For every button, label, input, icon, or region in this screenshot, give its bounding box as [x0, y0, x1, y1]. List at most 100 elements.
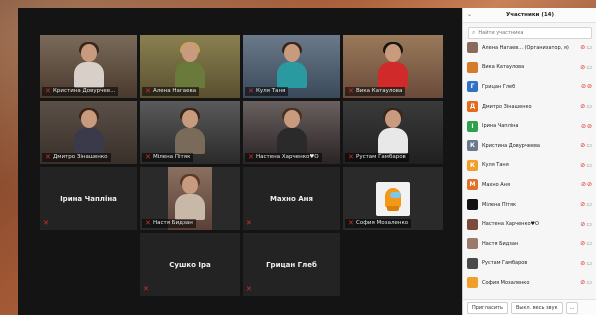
video-tile-no-camera[interactable]: Сушко Іра ✕ — [140, 233, 240, 296]
video-tile[interactable]: ✕ Настя Бидзан — [140, 167, 240, 230]
avatar: К — [467, 140, 478, 152]
avatar: І — [467, 120, 478, 132]
participant-row[interactable]: М Махно Аня ⊘⊘ — [463, 175, 596, 195]
name-label: ✕ Вика Катаулова — [345, 87, 406, 96]
invite-button[interactable]: Пригласить — [467, 301, 508, 314]
mic-camera-status-icon: ⊘▭ — [580, 201, 593, 209]
participant-row[interactable]: Настена Харченко♥О ⊘▭ — [463, 214, 596, 234]
name-label: ✕ Алена Нагаева — [142, 87, 200, 96]
mic-muted-icon: ✕ — [143, 285, 149, 293]
search-input[interactable] — [478, 28, 588, 38]
participant-name: Грицан Глеб — [266, 260, 317, 269]
mic-muted-icon: ✕ — [145, 87, 151, 95]
participant-silhouette — [73, 42, 104, 88]
video-tile[interactable]: ✕ Куля Таня — [243, 35, 340, 98]
participant-silhouette — [276, 42, 307, 88]
participant-row[interactable]: І Ірина Чапліна ⊘⊘ — [463, 116, 596, 136]
participant-row[interactable]: Мілена Пітяк ⊘▭ — [463, 195, 596, 215]
participant-silhouette — [175, 42, 205, 88]
avatar — [467, 199, 478, 211]
video-tile[interactable]: ✕ Мілена Пітяк — [140, 101, 240, 164]
participant-row[interactable]: Рустам Гамбаров ⊘▭ — [463, 254, 596, 274]
participant-row[interactable]: Д Дмитро Зінашенко ⊘▭ — [463, 97, 596, 117]
zoom-window: ✕ Кристина Довурчее... ✕ Алена Нагаева ✕ Ку… — [18, 8, 596, 315]
avatar — [467, 42, 478, 54]
participant-name: Сушко Іра — [169, 260, 211, 269]
video-tile[interactable]: ✕ Вика Катаулова — [343, 35, 443, 98]
mic-muted-icon: ✕ — [348, 219, 354, 227]
participant-row[interactable]: Вика Катаулова ⊘▭ — [463, 58, 596, 78]
name-label: ✕ Рустам Гамбаров — [345, 153, 409, 162]
mic-camera-status-icon: ⊘▭ — [580, 259, 593, 267]
mic-muted-icon: ✕ — [246, 285, 252, 293]
participant-silhouette — [276, 108, 307, 154]
mic-camera-status-icon: ⊘▭ — [580, 240, 593, 248]
avatar: М — [467, 179, 478, 191]
mic-muted-icon: ✕ — [348, 87, 354, 95]
participant-row[interactable]: Алена Нагаев... (Организатор, я) ⊘▭ — [463, 38, 596, 58]
mute-all-button[interactable]: Выкл. весь звук — [510, 301, 563, 314]
mic-muted-icon: ✕ — [248, 87, 254, 95]
panel-title: Участники (14) — [505, 12, 554, 18]
mic-camera-status-icon: ⊘⊘ — [580, 83, 593, 91]
participant-silhouette — [378, 42, 408, 88]
search-icon: ⌕ — [472, 29, 476, 36]
name-label: ✕ Настя Бидзан — [142, 219, 196, 228]
video-tile[interactable]: ✕ Кристина Довурчее... — [40, 35, 137, 98]
participant-row[interactable]: София Мозаленко ⊘▭ — [463, 273, 596, 293]
avatar — [467, 277, 478, 289]
name-label: ✕ Мілена Пітяк — [142, 153, 194, 162]
mic-camera-status-icon: ⊘⊘ — [580, 122, 593, 130]
mic-muted-icon: ✕ — [45, 87, 51, 95]
participant-row[interactable]: Г Грицан Глеб ⊘⊘ — [463, 77, 596, 97]
mic-camera-status-icon: ⊘▭ — [580, 161, 593, 169]
name-label: ✕ Куля Таня — [245, 87, 289, 96]
avatar — [467, 238, 478, 250]
video-tile-active-speaker[interactable]: ✕ Алена Нагаева — [140, 35, 240, 98]
mic-camera-status-icon: ⊘▭ — [580, 103, 593, 111]
name-label: ✕ Настена Харченко♥О — [245, 153, 322, 162]
mic-muted-icon: ✕ — [246, 219, 252, 227]
video-tile[interactable]: ✕ София Мозаленко — [343, 167, 443, 230]
chevron-down-icon[interactable]: ⌄ — [467, 11, 472, 19]
mic-camera-status-icon: ⊘⊘ — [580, 181, 593, 189]
more-options-button[interactable]: ... — [565, 301, 579, 314]
gallery-view: ✕ Кристина Довурчее... ✕ Алена Нагаева ✕ Ку… — [18, 8, 462, 315]
avatar — [467, 257, 478, 269]
avatar: Г — [467, 81, 478, 93]
name-label: ✕ Дмитро Зінашенко — [42, 153, 111, 162]
video-tile-no-camera[interactable]: Ірина Чапліна ✕ — [40, 167, 137, 230]
participant-silhouette — [73, 108, 104, 154]
participant-row[interactable]: К Куля Таня ⊘▭ — [463, 156, 596, 176]
mic-camera-status-icon: ⊘▭ — [580, 279, 593, 287]
mic-camera-status-icon: ⊘▭ — [580, 142, 593, 150]
participant-name: Махно Аня — [269, 194, 314, 203]
participants-panel: ⌄ Участники (14) ⌕ Алена Нагаев... (Орга… — [462, 8, 596, 315]
mic-muted-icon: ✕ — [43, 219, 49, 227]
name-label: ✕ Кристина Довурчее... — [42, 87, 119, 96]
participant-silhouette — [175, 174, 205, 220]
participant-name: Ірина Чапліна — [60, 194, 117, 203]
video-tile-no-camera[interactable]: Махно Аня ✕ — [243, 167, 340, 230]
mic-muted-icon: ✕ — [248, 153, 254, 161]
video-tile-no-camera[interactable]: Грицан Глеб ✕ — [243, 233, 340, 296]
video-tile[interactable]: ✕ Дмитро Зінашенко — [40, 101, 137, 164]
mic-camera-status-icon: ⊘▭ — [580, 44, 593, 52]
mic-muted-icon: ✕ — [348, 153, 354, 161]
participant-silhouette — [378, 108, 408, 154]
avatar: Д — [467, 101, 478, 113]
video-tile[interactable]: ✕ Рустам Гамбаров — [343, 101, 443, 164]
mic-muted-icon: ✕ — [145, 219, 151, 227]
avatar — [467, 218, 478, 230]
amongus-avatar-icon — [376, 181, 410, 216]
participant-silhouette — [175, 108, 205, 154]
participant-row[interactable]: Настя Бидзан ⊘▭ — [463, 234, 596, 254]
video-tile[interactable]: ✕ Настена Харченко♥О — [243, 101, 340, 164]
panel-header: ⌄ Участники (14) — [463, 8, 596, 23]
name-label: ✕ София Мозаленко — [345, 219, 412, 228]
panel-footer: Пригласить Выкл. весь звук ... — [463, 299, 596, 315]
participant-row[interactable]: К Кристина Довурчеева ⊘▭ — [463, 136, 596, 156]
mic-muted-icon: ✕ — [45, 153, 51, 161]
avatar: К — [467, 159, 478, 171]
mic-camera-status-icon: ⊘▭ — [580, 220, 593, 228]
